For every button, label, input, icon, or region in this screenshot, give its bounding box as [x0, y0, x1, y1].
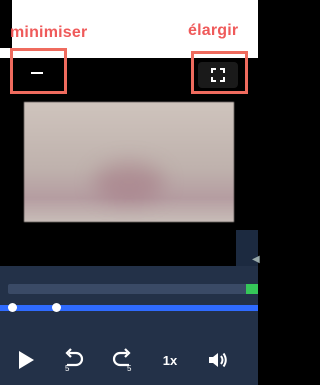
- play-icon: [19, 351, 34, 369]
- minimize-annotation-label: minimiser: [10, 24, 88, 41]
- progress-handle[interactable]: [52, 303, 61, 312]
- rewind-5-button[interactable]: 5: [58, 345, 88, 375]
- speed-button[interactable]: 1x: [158, 345, 182, 375]
- play-button[interactable]: [12, 345, 40, 375]
- side-panel-edge: ◀: [236, 230, 260, 270]
- speed-label: 1x: [162, 352, 178, 368]
- video-blur-detail: [94, 162, 164, 202]
- volume-button[interactable]: [204, 345, 232, 375]
- forward-5-button[interactable]: 5: [108, 345, 138, 375]
- buffer-track[interactable]: [8, 284, 248, 294]
- volume-icon: [209, 352, 227, 368]
- expand-annotation-box: [191, 51, 248, 94]
- rewind-seconds: 5: [65, 364, 70, 373]
- minimize-annotation-box: [10, 48, 67, 94]
- forward-5-icon: 5: [112, 348, 132, 373]
- progress-handle-start[interactable]: [8, 303, 17, 312]
- video-preview[interactable]: [24, 102, 234, 222]
- buffer-indicator: [246, 284, 258, 294]
- forward-seconds: 5: [127, 364, 132, 373]
- expand-annotation-label: élargir: [188, 22, 239, 39]
- progress-track[interactable]: [0, 305, 258, 311]
- chevron-left-icon[interactable]: ◀: [252, 254, 260, 265]
- rewind-5-icon: 5: [65, 348, 84, 373]
